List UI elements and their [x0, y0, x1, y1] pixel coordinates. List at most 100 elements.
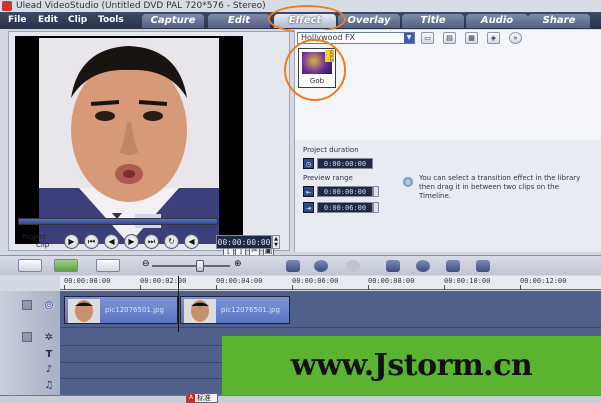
watermark-banner: www.Jstorm.cn — [222, 336, 601, 400]
tab-capture[interactable]: Capture — [142, 14, 204, 28]
range-end-field[interactable]: 0:00:06:00 — [317, 202, 373, 213]
range-start-spinner[interactable] — [373, 186, 379, 197]
thumbnail-badge: GOLD — [325, 50, 334, 62]
thumbnail-label: Gob — [309, 77, 325, 85]
menu-bar: File Edit Clip Tools Capture Edit Effect… — [0, 12, 601, 29]
ime-logo-icon: A — [187, 394, 195, 402]
preview-range-label: Preview range — [303, 174, 353, 182]
track-expand-toggle[interactable] — [22, 300, 32, 310]
ruler-label: 00:00:06:00 — [292, 277, 339, 285]
timeline-ruler[interactable]: 00:00:00:00 00:00:02:00 00:00:04:00 00:0… — [60, 276, 601, 290]
audio-view-button[interactable] — [96, 259, 120, 272]
mode-project-label[interactable]: Project — [22, 233, 49, 241]
chevron-down-icon[interactable]: ▼ — [404, 33, 414, 43]
menu-edit[interactable]: Edit — [38, 15, 58, 25]
scrubber-thumb[interactable] — [112, 213, 122, 219]
music-track-icon[interactable]: ♫ — [42, 380, 56, 392]
tab-edit[interactable]: Edit — [208, 14, 270, 28]
zoom-in-icon[interactable]: ⊕ — [234, 259, 242, 269]
watermark-text: www.Jstorm.cn — [290, 348, 533, 383]
library-category-value: Hollywood FX — [301, 33, 356, 42]
timecode-spinner[interactable]: ▲ ▼ — [272, 235, 280, 249]
clip-thumbnail-image — [68, 299, 100, 323]
options-icon[interactable]: ◈ — [487, 32, 500, 44]
overlay-track-icon[interactable]: ✲ — [42, 332, 56, 344]
timeline-toolbar: ⊖ ⊕ — [0, 255, 601, 275]
tab-share[interactable]: Share — [528, 14, 590, 28]
insert-media-icon[interactable] — [286, 260, 300, 272]
timeline-clip[interactable]: pic12076501.jpg — [64, 296, 178, 324]
capture-video-icon[interactable] — [386, 260, 400, 272]
redo-icon[interactable] — [346, 260, 360, 272]
voice-track-icon[interactable]: ♪ — [42, 364, 56, 376]
clip-thumbnail — [184, 299, 216, 323]
range-end-icon[interactable]: ⇥ — [303, 202, 314, 213]
info-icon — [403, 177, 413, 187]
trim-scrub-bar[interactable] — [18, 218, 218, 225]
next-frame-icon: ▶ — [128, 237, 135, 246]
ruler-label: 00:00:12:00 — [520, 277, 567, 285]
volume-icon: ◀ — [188, 237, 195, 246]
range-end-spinner[interactable] — [373, 202, 379, 213]
ruler-label: 00:00:08:00 — [368, 277, 415, 285]
import-icon[interactable]: ▤ — [443, 32, 456, 44]
ruler-label: 00:00:02:00 — [140, 277, 187, 285]
ruler-label: 00:00:00:00 — [64, 277, 111, 285]
range-start-field[interactable]: 0:00:00:00 — [317, 186, 373, 197]
menu-clip[interactable]: Clip — [68, 15, 87, 25]
ruler-label: 00:00:04:00 — [216, 277, 263, 285]
tab-audio[interactable]: Audio — [466, 14, 528, 28]
repeat-icon: ↻ — [168, 237, 175, 246]
undo-icon[interactable] — [314, 260, 328, 272]
project-duration-value: 0:00:00:00 — [317, 158, 373, 169]
zoom-slider-track[interactable] — [152, 265, 230, 267]
timeline-clip[interactable]: pic12076501.jpg — [180, 296, 290, 324]
zoom-out-icon[interactable]: ⊖ — [142, 259, 150, 269]
ruler-tick — [64, 285, 65, 290]
library-thumbnail[interactable]: GOLD Gob — [298, 48, 336, 88]
menu-tools[interactable]: Tools — [98, 15, 124, 25]
previous-frame-button[interactable]: ◀ — [104, 234, 119, 249]
tab-overlay[interactable]: Overlay — [338, 14, 400, 28]
home-button[interactable]: ⏮ — [84, 234, 99, 249]
end-button[interactable]: ⏭ — [144, 234, 159, 249]
next-frame-button[interactable]: ▶ — [124, 234, 139, 249]
ime-label: 标准 — [197, 394, 211, 402]
play-button[interactable]: ▶ — [64, 234, 79, 249]
folder-icon[interactable]: ▭ — [421, 32, 434, 44]
library-category-select[interactable]: Hollywood FX ▼ — [297, 32, 415, 44]
volume-button[interactable]: ◀ — [184, 234, 199, 249]
timeline-view-button[interactable] — [54, 259, 78, 272]
timeline-scrollbar[interactable] — [0, 395, 601, 403]
ruler-tick — [444, 285, 445, 290]
batch-convert-icon[interactable] — [476, 260, 490, 272]
tab-effect[interactable]: Effect — [274, 14, 336, 28]
range-start-icon[interactable]: ⇤ — [303, 186, 314, 197]
end-icon: ⏭ — [147, 237, 156, 246]
timeline-playhead[interactable] — [178, 276, 179, 332]
mode-label: Project Clip — [22, 233, 49, 249]
ruler-tick — [216, 285, 217, 290]
title-track-icon[interactable]: T — [42, 349, 56, 361]
record-audio-icon[interactable] — [416, 260, 430, 272]
options-panel: Project duration ◷ 0:00:00:00 Preview ra… — [294, 140, 601, 252]
previous-frame-icon: ◀ — [108, 237, 115, 246]
collapse-icon[interactable]: » — [509, 32, 522, 44]
clip-thumbnail-image — [184, 299, 216, 323]
preview-timecode[interactable]: 00:00:00:00 — [216, 235, 272, 249]
smart-proxy-icon[interactable] — [446, 260, 460, 272]
menu-file[interactable]: File — [8, 15, 26, 25]
tab-title[interactable]: Title — [402, 14, 464, 28]
repeat-button[interactable]: ↻ — [164, 234, 179, 249]
ruler-tick — [292, 285, 293, 290]
ruler-label: 00:00:10:00 — [444, 277, 491, 285]
video-track-icon[interactable]: ◎ — [42, 300, 56, 312]
track-lock-toggle[interactable] — [22, 332, 32, 342]
clip-thumbnail — [68, 299, 100, 323]
ruler-tick — [140, 285, 141, 290]
library-manager-icon[interactable]: ▦ — [465, 32, 478, 44]
mode-clip-label[interactable]: Clip — [22, 241, 49, 249]
zoom-slider-thumb[interactable] — [196, 260, 204, 272]
storyboard-view-button[interactable] — [18, 259, 42, 272]
window-title-bar: Ulead VideoStudio (Untitled DVD PAL 720*… — [0, 0, 601, 12]
